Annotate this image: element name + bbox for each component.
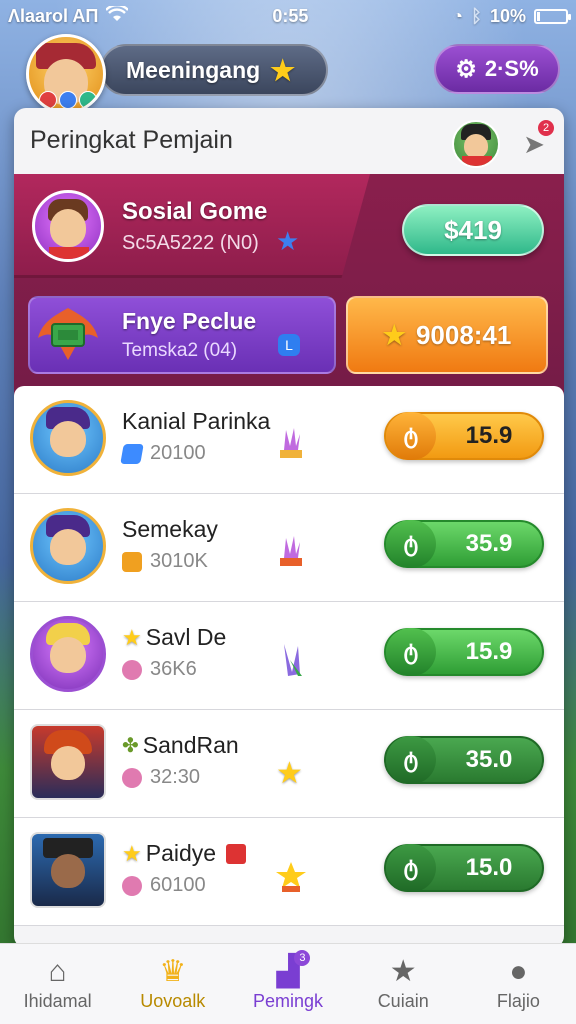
featured-top-name: Sosial Gome: [122, 198, 268, 225]
profile-icon: ●: [509, 954, 528, 988]
nav-badge: 3: [294, 950, 311, 966]
trophy-icon: [276, 858, 306, 894]
row-name: ★ Savl De: [122, 624, 227, 650]
featured-top-avatar: [32, 190, 104, 262]
battery-percent: 10%: [489, 5, 526, 26]
clover-icon: ✤: [122, 735, 139, 757]
list-item[interactable]: Kanial Parinka 20100 ტ 15.9: [14, 386, 564, 494]
row-name: ★ Paidye: [122, 840, 247, 867]
player-avatar[interactable]: [26, 34, 106, 114]
row-name: Semekay: [122, 516, 218, 542]
coin-icon: ტ: [386, 844, 436, 892]
nav-item-crown[interactable]: ♛ Uovoalk: [115, 944, 230, 1024]
score-button[interactable]: ტ 15.0: [384, 844, 544, 892]
row-avatar: [30, 724, 106, 800]
share-badge: 2: [538, 120, 554, 136]
row-avatar: [30, 832, 106, 908]
score-button[interactable]: ტ 15.9: [384, 412, 544, 460]
battery-icon: [534, 8, 571, 24]
score-button[interactable]: ტ 35.0: [384, 736, 544, 784]
home-icon: ⌂: [48, 954, 67, 988]
nav-label: Uovoalk: [140, 990, 206, 1011]
flower-icon: [122, 767, 142, 788]
featured-second-sub: Temska2 (04): [122, 340, 238, 361]
chest-icon: [122, 551, 142, 572]
clock: 0:55: [272, 5, 309, 26]
current-user-avatar[interactable]: [452, 120, 500, 168]
crystal-icon: [276, 642, 306, 678]
coin-icon: ტ: [386, 628, 436, 676]
list-item[interactable]: Semekay 3010K ტ 35.9: [14, 494, 564, 602]
list-item[interactable]: ★ Savl De 36K6 ტ 15.9: [14, 602, 564, 710]
list-item[interactable]: ★ Paidye 60100 ტ 15.0: [14, 818, 564, 926]
leaderboard-list: Kanial Parinka 20100 ტ 15.9 Semekay 3010…: [14, 386, 564, 926]
nav-item-profile[interactable]: ● Flajio: [461, 944, 576, 1024]
star-icon: ★: [276, 757, 303, 790]
star-icon: ★: [270, 54, 296, 86]
row-avatar: [30, 616, 106, 692]
gift-icon: [226, 843, 247, 864]
gear-icon: ⚙: [455, 55, 477, 83]
nav-label: Cuiain: [377, 990, 429, 1011]
settings-value: 2·S%: [484, 56, 539, 81]
star-icon: ★: [122, 624, 142, 650]
coin-icon: ტ: [386, 736, 436, 784]
alarm-icon: ◔: [452, 5, 464, 26]
crystal-trophy-icon: [276, 426, 306, 462]
gem-icon: [120, 443, 144, 464]
featured-top-sub: Sc5A5222 (N0): [122, 232, 259, 254]
featured-second-value-button[interactable]: ★ 9008:41: [346, 296, 548, 374]
row-stat: 20100: [120, 442, 206, 465]
featured-second-name: Fnye Peclue: [122, 308, 257, 334]
flower-icon: [122, 875, 142, 896]
bottom-nav: ⌂ Ihidamal ♛ Uovoalk ▟ 3 Pemingk ★ Cuiai…: [0, 943, 576, 1024]
row-stat: 3010K: [122, 550, 208, 573]
nav-label: Flajio: [496, 990, 540, 1011]
row-stat: 32:30: [122, 766, 200, 789]
phoenix-emblem-icon: [34, 302, 102, 366]
row-avatar: [30, 400, 106, 476]
list-item[interactable]: ✤ SandRan 32:30 ★ ტ 35.0: [14, 710, 564, 818]
nav-label: Ihidamal: [23, 990, 92, 1011]
nav-label: Pemingk: [252, 990, 324, 1011]
leaderboard-title: Peringkat Pemjain: [30, 126, 233, 154]
player-name-pill[interactable]: Meeningang ★: [100, 44, 328, 96]
row-stat: 60100: [122, 874, 206, 897]
score-button[interactable]: ტ 35.9: [384, 520, 544, 568]
star-icon: ★: [122, 840, 142, 866]
row-name: Kanial Parinka: [122, 408, 271, 434]
wifi-icon: [105, 3, 130, 27]
row-name: ✤ SandRan: [122, 732, 239, 758]
bluetooth-icon: ᛒ: [471, 5, 482, 26]
settings-button[interactable]: ⚙ 2·S%: [434, 44, 560, 94]
blue-star-icon: ★: [276, 226, 300, 256]
star-icon: ★: [389, 954, 417, 988]
featured-top-value-button[interactable]: $419: [402, 204, 544, 256]
flower-icon: [122, 659, 142, 680]
score-button[interactable]: ტ 15.9: [384, 628, 544, 676]
row-stat: 36K6: [122, 658, 197, 681]
nav-item-home[interactable]: ⌂ Ihidamal: [0, 944, 115, 1024]
nav-item-leaderboard[interactable]: ▟ 3 Pemingk: [230, 944, 345, 1024]
nav-item-star[interactable]: ★ Cuiain: [346, 944, 461, 1024]
crystal-trophy-icon: [276, 534, 306, 570]
featured-second-value: 9008:41: [415, 319, 512, 350]
coin-icon: ტ: [386, 412, 436, 460]
leaderboard-card: Peringkat Pemjain ➤ 2 Sosial Gome Sc5A52…: [14, 108, 564, 948]
player-name: Meeningang: [126, 56, 261, 83]
featured-second-tag: L: [278, 334, 300, 356]
crown-icon: ♛: [159, 954, 187, 988]
coin-icon: ტ: [386, 520, 436, 568]
star-icon: ★: [382, 319, 406, 350]
carrier-label: Λlaarol AΠ: [8, 5, 99, 26]
row-avatar: [30, 508, 106, 584]
status-bar: Λlaarol AΠ 0:55 ◔ ᛒ 10%: [0, 0, 576, 32]
